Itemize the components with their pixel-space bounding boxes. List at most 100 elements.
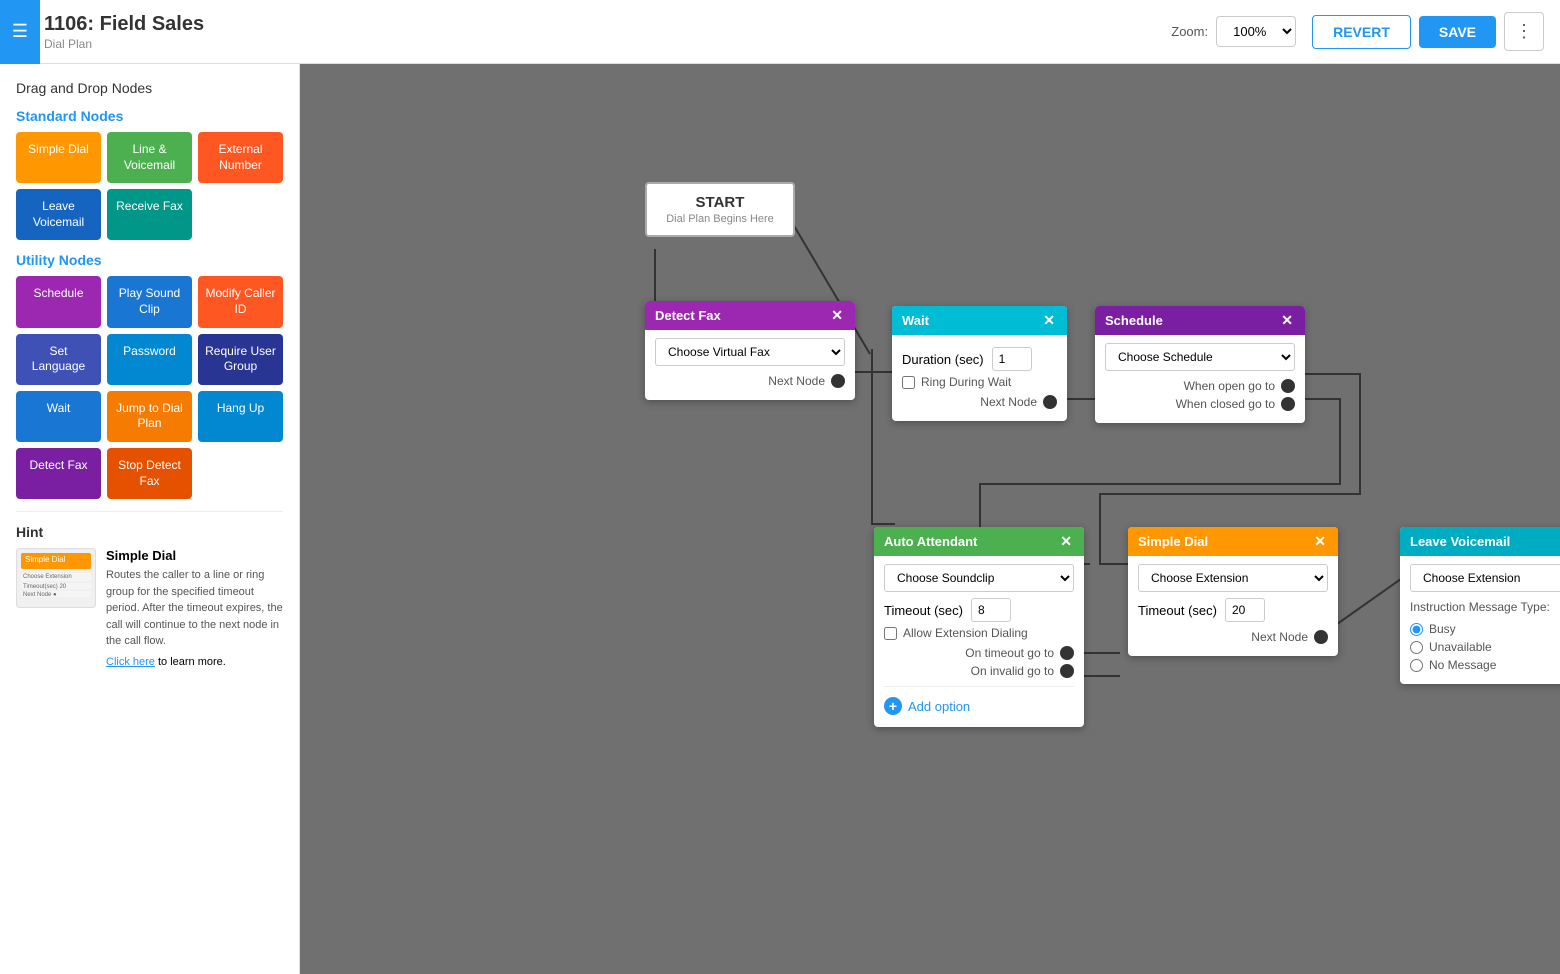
wait-title: Wait [902, 313, 929, 328]
radio-unavailable[interactable] [1410, 641, 1423, 654]
simple-dial-next-label: Next Node [1251, 630, 1308, 644]
node-play-sound-clip[interactable]: Play Sound Clip [107, 276, 192, 327]
simple-dial-timeout-input[interactable] [1225, 598, 1265, 622]
auto-attendant-title: Auto Attendant [884, 534, 977, 549]
wait-next-label: Next Node [980, 395, 1037, 409]
radio-no-message-label[interactable]: No Message [1410, 658, 1560, 672]
schedule-open-label: When open go to [1184, 379, 1275, 393]
wait-ring-row: Ring During Wait [902, 375, 1057, 389]
detect-fax-dropdown[interactable]: Choose Virtual Fax [655, 338, 845, 366]
auto-attendant-timeout-row: Timeout (sec) [884, 598, 1074, 622]
utility-nodes-title: Utility Nodes [16, 252, 283, 268]
hint-learn-more-link[interactable]: Click here [106, 656, 155, 668]
instruction-radio-group: Busy Unavailable No Message [1410, 618, 1560, 676]
node-hang-up[interactable]: Hang Up [198, 391, 283, 442]
auto-attendant-header: Auto Attendant ✕ [874, 527, 1084, 556]
schedule-node: Schedule ✕ Choose Schedule When open go … [1095, 306, 1305, 423]
auto-attendant-invalid-label: On invalid go to [971, 664, 1054, 678]
wait-node: Wait ✕ Duration (sec) Ring During Wait N… [892, 306, 1067, 421]
node-modify-caller-id[interactable]: Modify Caller ID [198, 276, 283, 327]
wait-ring-label[interactable]: Ring During Wait [902, 375, 1057, 389]
auto-attendant-extension-label[interactable]: Allow Extension Dialing [884, 626, 1074, 640]
node-require-user-group[interactable]: Require User Group [198, 334, 283, 385]
node-password[interactable]: Password [107, 334, 192, 385]
wait-duration-row: Duration (sec) [902, 347, 1057, 371]
radio-no-message[interactable] [1410, 659, 1423, 672]
detect-fax-close-button[interactable]: ✕ [829, 307, 845, 324]
leave-voicemail-title: Leave Voicemail [1410, 534, 1510, 549]
hint-thumb-header: Simple Dial [21, 553, 91, 569]
connections-svg [300, 64, 1560, 974]
canvas[interactable]: START Dial Plan Begins Here Detect Fax ✕… [300, 64, 1560, 974]
node-set-language[interactable]: Set Language [16, 334, 101, 385]
hint-description: Routes the caller to a line or ring grou… [106, 567, 283, 650]
detect-fax-next-label: Next Node [768, 374, 825, 388]
wait-body: Duration (sec) Ring During Wait Next Nod… [892, 335, 1067, 421]
node-stop-detect-fax[interactable]: Stop Detect Fax [107, 448, 192, 499]
simple-dial-timeout-label: Timeout (sec) [1138, 603, 1217, 618]
auto-attendant-close-button[interactable]: ✕ [1058, 533, 1074, 550]
wait-ring-checkbox[interactable] [902, 376, 915, 389]
simple-dial-extension-dropdown[interactable]: Choose Extension [1138, 564, 1328, 592]
schedule-header: Schedule ✕ [1095, 306, 1305, 335]
zoom-control: Zoom: 100% 75% 125% 150% [1171, 16, 1296, 47]
detect-fax-connector-dot [831, 374, 845, 388]
auto-attendant-soundclip-dropdown[interactable]: Choose Soundclip [884, 564, 1074, 592]
node-wait[interactable]: Wait [16, 391, 101, 442]
node-detect-fax[interactable]: Detect Fax [16, 448, 101, 499]
radio-busy-label[interactable]: Busy [1410, 622, 1560, 636]
radio-busy[interactable] [1410, 623, 1423, 636]
auto-attendant-timeout-input[interactable] [971, 598, 1011, 622]
schedule-close-button[interactable]: ✕ [1279, 312, 1295, 329]
hint-thumb-row2: Timeout(sec) 20 [21, 583, 91, 589]
leave-voicemail-extension-dropdown[interactable]: Choose Extension [1410, 564, 1560, 592]
auto-attendant-timeout-label: Timeout (sec) [884, 603, 963, 618]
header-title-group: 1106: Field Sales Dial Plan [44, 13, 204, 51]
schedule-closed-label: When closed go to [1176, 397, 1275, 411]
hint-link-suffix: to learn more. [155, 656, 226, 668]
auto-attendant-extension-row: Allow Extension Dialing [884, 626, 1074, 640]
zoom-select[interactable]: 100% 75% 125% 150% [1216, 16, 1296, 47]
node-line-voicemail[interactable]: Line & Voicemail [107, 132, 192, 183]
node-simple-dial[interactable]: Simple Dial [16, 132, 101, 183]
node-schedule[interactable]: Schedule [16, 276, 101, 327]
schedule-closed-row: When closed go to [1105, 397, 1295, 411]
auto-attendant-extension-text: Allow Extension Dialing [903, 626, 1028, 640]
schedule-open-connector [1281, 379, 1295, 393]
simple-dial-close-button[interactable]: ✕ [1312, 533, 1328, 550]
leave-voicemail-header: Leave Voicemail ✕ [1400, 527, 1560, 556]
hint-section: Hint Simple Dial Choose Extension Timeou… [16, 524, 283, 668]
node-external-number[interactable]: External Number [198, 132, 283, 183]
auto-attendant-timeout-connector [1060, 646, 1074, 660]
simple-dial-body: Choose Extension Timeout (sec) Next Node [1128, 556, 1338, 656]
hamburger-icon: ☰ [12, 21, 28, 42]
more-options-button[interactable]: ⋮ [1504, 12, 1544, 51]
radio-unavailable-label[interactable]: Unavailable [1410, 640, 1560, 654]
start-node: START Dial Plan Begins Here [645, 182, 795, 237]
node-jump-to-dial-plan[interactable]: Jump to Dial Plan [107, 391, 192, 442]
start-subtitle: Dial Plan Begins Here [663, 213, 777, 225]
wait-next-node-row: Next Node [902, 395, 1057, 409]
zoom-label: Zoom: [1171, 24, 1208, 39]
node-receive-fax[interactable]: Receive Fax [107, 189, 192, 240]
wait-close-button[interactable]: ✕ [1041, 312, 1057, 329]
add-option-icon: + [884, 697, 902, 715]
hamburger-button[interactable]: ☰ [0, 0, 40, 64]
instruction-label: Instruction Message Type: [1410, 600, 1560, 614]
detect-fax-node: Detect Fax ✕ Choose Virtual Fax Next Nod… [645, 301, 855, 400]
auto-attendant-body: Choose Soundclip Timeout (sec) Allow Ext… [874, 556, 1084, 727]
add-option-label: Add option [908, 699, 970, 714]
add-option-button[interactable]: + Add option [884, 693, 970, 719]
revert-button[interactable]: REVERT [1312, 15, 1411, 49]
hint-link-row: Click here to learn more. [106, 656, 283, 668]
save-button[interactable]: SAVE [1419, 16, 1496, 48]
auto-attendant-timeout-connector-row: On timeout go to [884, 646, 1074, 660]
schedule-dropdown[interactable]: Choose Schedule [1105, 343, 1295, 371]
wait-ring-text: Ring During Wait [921, 375, 1011, 389]
wait-duration-label: Duration (sec) [902, 352, 984, 367]
wait-duration-input[interactable] [992, 347, 1032, 371]
wait-connector-dot [1043, 395, 1057, 409]
node-leave-voicemail[interactable]: Leave Voicemail [16, 189, 101, 240]
auto-attendant-extension-checkbox[interactable] [884, 627, 897, 640]
sidebar: Drag and Drop Nodes Standard Nodes Simpl… [0, 64, 300, 974]
